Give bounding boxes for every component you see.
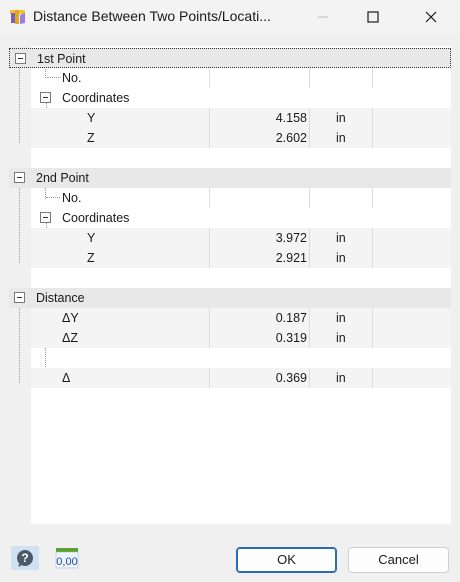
property-label: No. bbox=[62, 71, 82, 85]
property-row-no[interactable]: No. bbox=[9, 188, 451, 208]
property-label: ΔZ bbox=[62, 331, 78, 345]
node-label: Distance bbox=[36, 291, 85, 305]
property-value: 0.319 bbox=[275, 331, 307, 345]
tree-node-coordinates[interactable]: Coordinates bbox=[9, 208, 451, 228]
collapse-icon[interactable] bbox=[15, 53, 26, 64]
property-row-y[interactable]: Y 4.158 in bbox=[9, 108, 451, 128]
help-icon: ? bbox=[17, 550, 33, 567]
close-button[interactable] bbox=[408, 0, 454, 34]
tree-node-2nd-point[interactable]: 2nd Point bbox=[9, 168, 451, 188]
property-value[interactable]: 4.158 bbox=[276, 111, 307, 125]
property-unit: in bbox=[336, 331, 346, 345]
property-row-y[interactable]: Y 3.972 in bbox=[9, 228, 451, 248]
minimize-button[interactable] bbox=[300, 0, 346, 34]
property-row-delta-y[interactable]: ΔY 0.187 in bbox=[9, 308, 451, 328]
property-label: Δ bbox=[62, 371, 71, 385]
units-text: 0,00 bbox=[56, 556, 77, 568]
maximize-icon bbox=[367, 11, 379, 23]
property-tree: 1st Point No. Coordinates Y 4.158 in Z 2… bbox=[9, 46, 451, 524]
ok-button[interactable]: OK bbox=[236, 547, 337, 573]
property-value: 0.369 bbox=[275, 371, 307, 385]
minimize-icon bbox=[318, 16, 328, 18]
window-title: Distance Between Two Points/Locati... bbox=[33, 8, 271, 24]
property-unit: in bbox=[336, 371, 346, 385]
property-label: Y bbox=[87, 231, 96, 245]
collapse-icon[interactable] bbox=[14, 172, 25, 183]
collapse-icon[interactable] bbox=[40, 212, 51, 223]
property-value: 0.187 bbox=[275, 311, 307, 325]
collapse-icon[interactable] bbox=[14, 292, 25, 303]
property-unit: in bbox=[336, 131, 346, 145]
title-bar: Distance Between Two Points/Locati... bbox=[0, 0, 460, 34]
units-button[interactable]: 0,00 bbox=[53, 546, 81, 570]
property-row-z[interactable]: Z 2.921 in bbox=[9, 248, 451, 268]
property-row-z[interactable]: Z 2.602 in bbox=[9, 128, 451, 148]
tree-node-distance[interactable]: Distance bbox=[9, 288, 451, 308]
property-label: No. bbox=[62, 191, 82, 205]
node-label: 1st Point bbox=[37, 52, 86, 66]
cancel-button[interactable]: Cancel bbox=[348, 547, 449, 573]
property-label: ΔY bbox=[62, 311, 79, 325]
property-row-delta[interactable]: Δ 0.369 in bbox=[9, 368, 451, 388]
property-unit: in bbox=[336, 251, 346, 265]
tree-node-1st-point[interactable]: 1st Point bbox=[9, 48, 451, 68]
help-button[interactable]: ? bbox=[11, 546, 39, 570]
property-value[interactable]: 2.921 bbox=[276, 251, 307, 265]
property-value[interactable]: 2.602 bbox=[276, 131, 307, 145]
close-icon bbox=[425, 11, 437, 23]
property-label: Z bbox=[87, 131, 95, 145]
property-unit: in bbox=[336, 231, 346, 245]
property-row-no[interactable]: No. bbox=[9, 68, 451, 88]
tree-node-coordinates[interactable]: Coordinates bbox=[9, 88, 451, 108]
node-label: Coordinates bbox=[62, 91, 130, 105]
property-row-delta-z[interactable]: ΔZ 0.319 in bbox=[9, 328, 451, 348]
maximize-button[interactable] bbox=[350, 0, 396, 34]
property-unit: in bbox=[336, 111, 346, 125]
node-label: 2nd Point bbox=[36, 171, 89, 185]
svg-text:?: ? bbox=[21, 551, 28, 565]
collapse-icon[interactable] bbox=[40, 92, 51, 103]
app-icon bbox=[10, 10, 25, 24]
units-decimal-icon: 0,00 bbox=[55, 548, 79, 569]
property-unit: in bbox=[336, 311, 346, 325]
property-label: Y bbox=[87, 111, 96, 125]
node-label: Coordinates bbox=[62, 211, 130, 225]
property-value[interactable]: 3.972 bbox=[276, 231, 307, 245]
property-label: Z bbox=[87, 251, 95, 265]
